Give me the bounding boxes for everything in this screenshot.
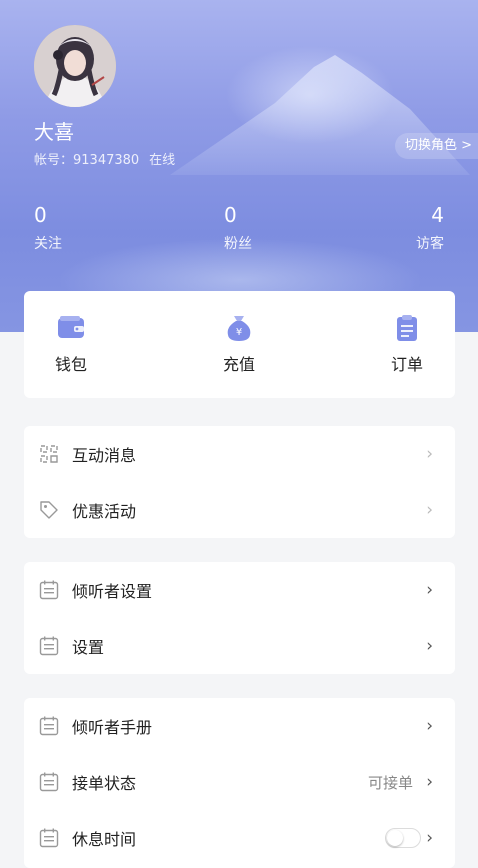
order-button[interactable]: 订单: [362, 313, 452, 375]
stat-visitors[interactable]: 4 访客: [416, 203, 444, 253]
stat-label: 粉丝: [224, 236, 252, 252]
stat-value: 4: [431, 203, 444, 227]
recharge-button[interactable]: ¥ 充值: [194, 313, 284, 375]
menu-item-listener-settings[interactable]: 倾听者设置 ›: [24, 562, 455, 618]
menu-item-interactive-messages[interactable]: 互动消息 ›: [24, 426, 455, 482]
money-bag-icon: ¥: [227, 316, 251, 341]
menu-item-label: 接单状态: [72, 774, 137, 793]
menu-item-listener-handbook[interactable]: 倾听者手册 ›: [24, 698, 455, 754]
chevron-right-icon: ›: [426, 716, 433, 736]
profile-header: 大喜 帐号：91347380 在线 切换角色 > 0 关注 0 粉丝 4 访客: [0, 0, 478, 332]
menu-item-rest-time[interactable]: 休息时间 ›: [24, 810, 455, 866]
stat-label: 访客: [416, 236, 444, 252]
clipboard-icon: [397, 315, 417, 341]
chevron-right-icon: ›: [426, 636, 433, 656]
tag-icon: [40, 501, 58, 519]
menu-group-2: 倾听者设置 › 设置 ›: [24, 562, 455, 674]
recharge-label: 充值: [222, 355, 255, 374]
menu-item-label: 设置: [72, 638, 105, 657]
menu-group-1: 互动消息 › 优惠活动 ›: [24, 426, 455, 538]
menu-group-3: 倾听者手册 › 接单状态 可接单 › 休息时间 ›: [24, 698, 455, 868]
menu-item-label: 互动消息: [72, 446, 137, 465]
stat-value: 0: [34, 203, 47, 227]
wallet-button[interactable]: 钱包: [26, 313, 116, 375]
menu-item-label: 倾听者设置: [72, 582, 153, 601]
chevron-right-icon: ›: [426, 772, 433, 792]
stat-fans[interactable]: 0 粉丝: [224, 203, 252, 253]
menu-item-label: 休息时间: [72, 830, 137, 849]
chevron-right-icon: ›: [426, 580, 433, 600]
stat-value: 0: [224, 203, 237, 227]
menu-item-settings[interactable]: 设置 ›: [24, 618, 455, 674]
list-icon: [39, 716, 59, 736]
stat-following[interactable]: 0 关注: [34, 203, 62, 253]
order-status-value: 可接单: [367, 773, 413, 792]
list-icon: [39, 636, 59, 656]
quick-actions-card: 钱包 ¥ 充值 订单: [24, 291, 455, 398]
account-number: 帐号：91347380: [34, 153, 140, 168]
online-status: 在线: [149, 153, 176, 168]
message-grid-icon: [40, 445, 58, 463]
list-icon: [39, 828, 59, 848]
stat-label: 关注: [34, 236, 62, 252]
menu-item-order-status[interactable]: 接单状态 可接单 ›: [24, 754, 455, 810]
switch-role-button[interactable]: 切换角色 >: [394, 133, 478, 159]
menu-item-promotions[interactable]: 优惠活动 ›: [24, 482, 455, 538]
toggle-knob: [387, 830, 403, 846]
list-icon: [39, 580, 59, 600]
chevron-right-icon: ›: [426, 500, 433, 520]
account-line: 帐号：91347380 在线: [34, 149, 175, 168]
rest-time-toggle[interactable]: [385, 828, 421, 848]
order-label: 订单: [390, 355, 423, 374]
chevron-right-icon: ›: [426, 444, 433, 464]
chevron-right-icon: ›: [426, 828, 433, 848]
menu-item-label: 优惠活动: [72, 502, 137, 521]
wallet-label: 钱包: [54, 355, 87, 374]
menu-item-label: 倾听者手册: [72, 718, 153, 737]
username: 大喜: [34, 120, 74, 144]
list-icon: [39, 772, 59, 792]
svg-text:¥: ¥: [236, 327, 242, 338]
avatar[interactable]: [34, 25, 116, 107]
wallet-icon: [58, 316, 84, 338]
